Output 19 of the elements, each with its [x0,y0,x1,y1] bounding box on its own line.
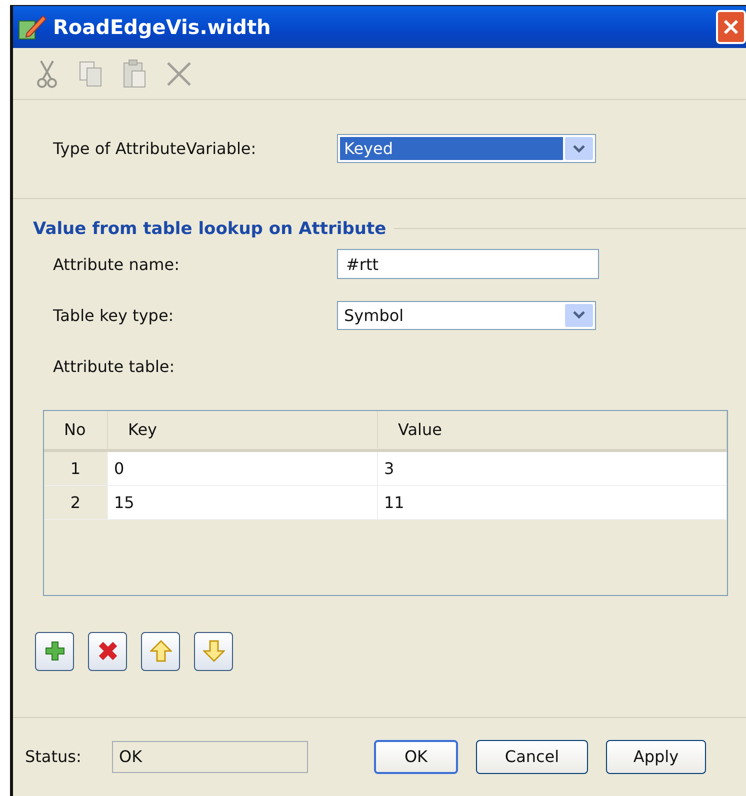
dialog-button[interactable]: Apply [606,740,706,774]
input-field[interactable]: #rtt [337,249,599,280]
status-label: Status: [25,747,82,766]
status-field: OK [112,740,308,773]
table-cell: 3 [378,452,727,486]
table-cell: 15 [108,486,378,520]
field-label: Type of AttributeVariable: [53,139,258,158]
section-title: Value from table lookup on Attribute [33,218,386,239]
field-label: Table key type: [53,306,175,325]
table-cell: 11 [378,486,727,520]
field-label: Attribute table: [53,356,176,376]
column-header[interactable]: No [44,410,108,452]
window-title: RoadEdgeVis.width [53,15,272,40]
dialog-button[interactable]: Cancel [476,740,588,774]
table-cell: 0 [108,452,378,486]
dialog-button[interactable]: OK [374,740,458,774]
field-label: Attribute name: [53,254,180,274]
dropdown[interactable]: Symbol [337,300,596,330]
dropdown[interactable]: Keyed [337,134,596,164]
